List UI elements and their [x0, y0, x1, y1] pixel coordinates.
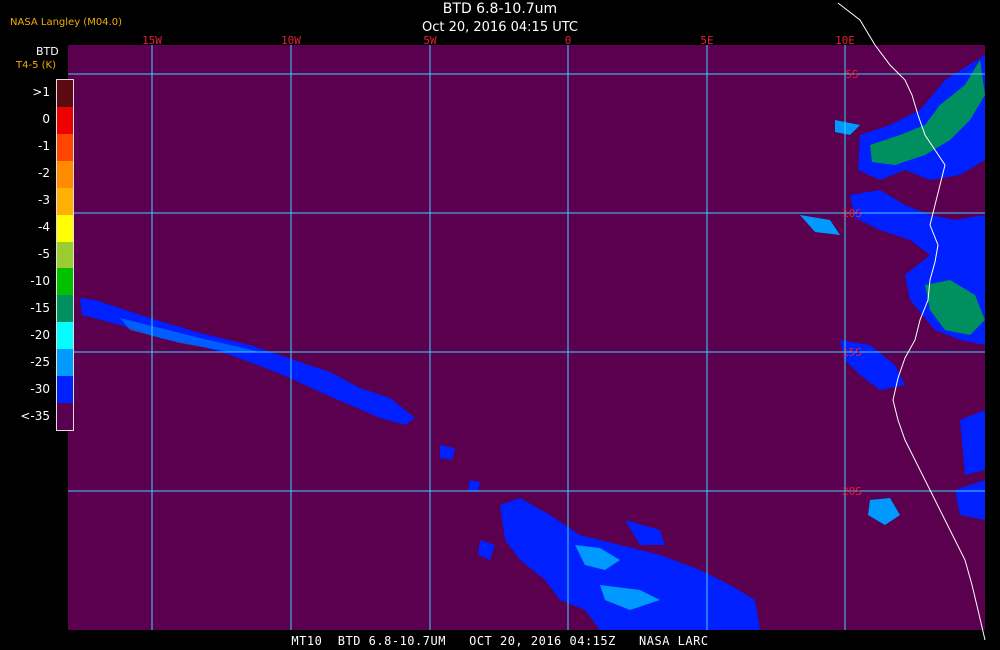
- legend-value-label: -10: [30, 273, 50, 288]
- legend-swatch: [57, 268, 73, 296]
- latitude-label: 10S: [842, 207, 862, 220]
- legend-value-label: <-35: [20, 408, 50, 423]
- legend-value-label: -30: [30, 381, 50, 396]
- legend-swatch: [57, 376, 73, 404]
- legend-swatch: [57, 214, 73, 242]
- longitude-label: 0: [565, 34, 572, 47]
- longitude-label: 15W: [142, 34, 162, 47]
- satellite-image-view: 15W 10W 5W 0 5E 10E 5S 10S 15S 20S BTD 6.8-10.7um…: [0, 0, 1000, 650]
- legend-value-label: -25: [30, 354, 50, 369]
- legend-value-label: >1: [32, 85, 50, 100]
- legend-swatch: [57, 295, 73, 323]
- legend-swatch: [57, 133, 73, 161]
- legend-swatch: [57, 322, 73, 350]
- legend-value-label: 0: [42, 112, 50, 127]
- agency-label: NASA Langley (M04.0): [10, 17, 122, 28]
- image-timestamp: Oct 20, 2016 04:15 UTC: [422, 20, 578, 35]
- latitude-label: 15S: [842, 346, 862, 359]
- latitude-label: 5S: [845, 68, 858, 81]
- latitude-label: 20S: [842, 485, 862, 498]
- legend-swatch: [57, 349, 73, 377]
- map-canvas: 15W 10W 5W 0 5E 10E 5S 10S 15S 20S: [68, 2, 986, 641]
- longitude-label: 10E: [835, 34, 855, 47]
- longitude-label: 10W: [281, 34, 301, 47]
- legend-swatch: [57, 241, 73, 269]
- legend-value-label: -2: [38, 166, 50, 181]
- legend-swatch: [57, 80, 73, 107]
- color-legend-bar: [56, 79, 74, 431]
- footer-caption: MT10 BTD 6.8-10.7UM OCT 20, 2016 04:15Z …: [291, 634, 709, 648]
- legend-value-label: -20: [30, 327, 50, 342]
- legend-title: BTD: [36, 45, 59, 58]
- legend-swatch: [57, 160, 73, 188]
- legend-swatch: [57, 187, 73, 215]
- legend-value-label: -3: [38, 193, 50, 208]
- longitude-label: 5E: [700, 34, 713, 47]
- legend-value-label: -5: [38, 247, 50, 261]
- legend-value-label: -1: [38, 139, 50, 154]
- legend-value-label: -4: [38, 220, 50, 235]
- legend-value-label: -15: [30, 300, 50, 315]
- image-title: BTD 6.8-10.7um: [442, 1, 558, 17]
- legend-swatch: [57, 403, 73, 430]
- longitude-label: 5W: [423, 34, 437, 47]
- legend-unit: T4-5 (K): [16, 60, 56, 71]
- legend-swatch: [57, 106, 73, 134]
